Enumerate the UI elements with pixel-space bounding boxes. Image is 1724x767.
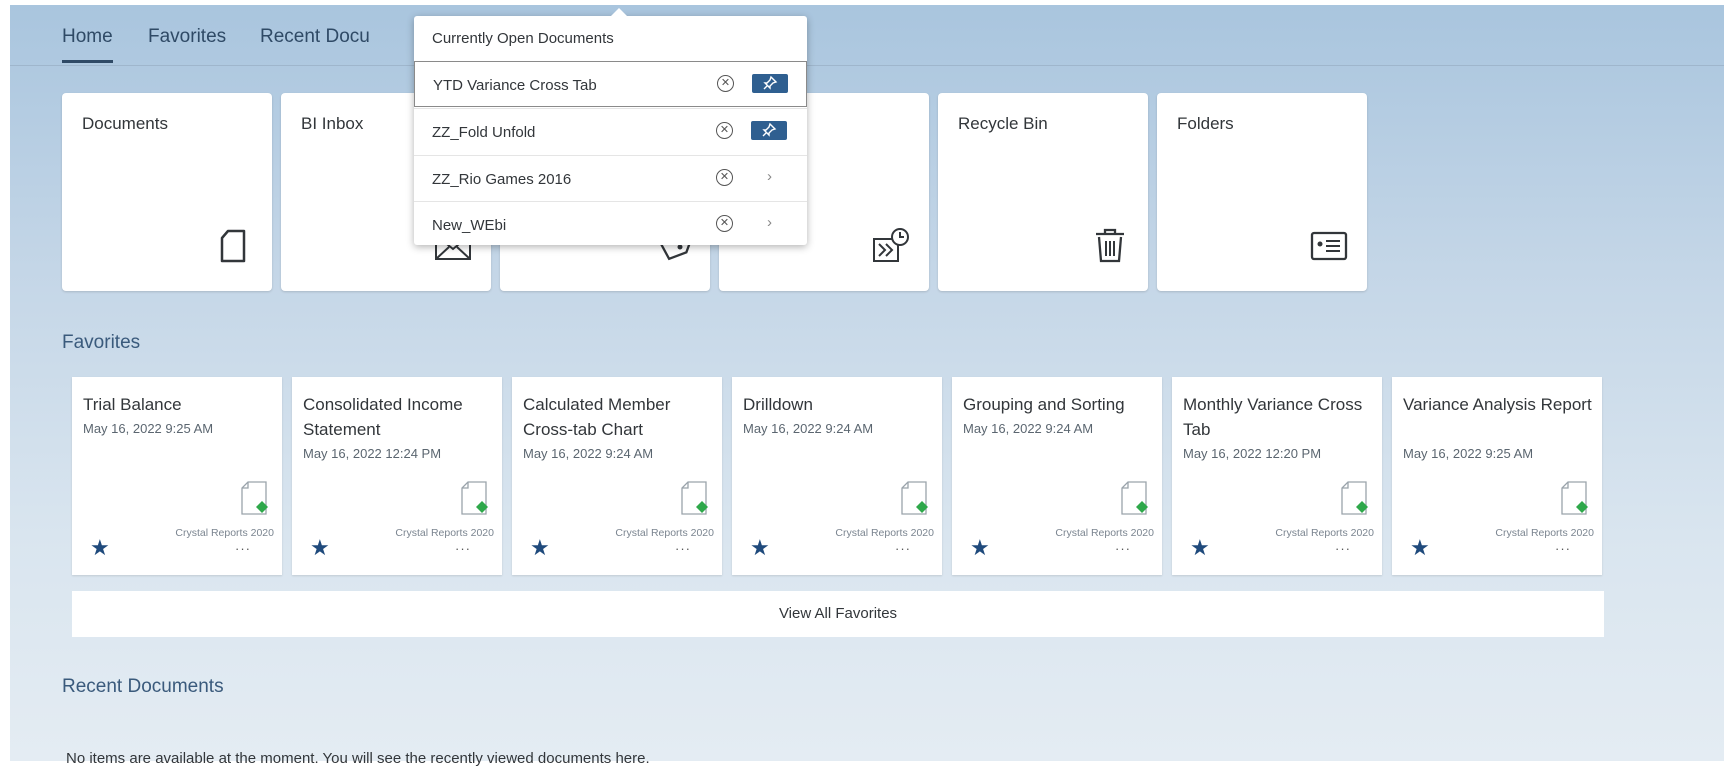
favorite-title: Drilldown: [743, 395, 813, 414]
crystal-report-icon: [901, 481, 928, 515]
open-document-label: ZZ_Fold Unfold: [432, 124, 536, 141]
more-options-icon[interactable]: ···: [1115, 541, 1131, 556]
pin-icon[interactable]: [751, 121, 787, 140]
recent-documents-section-title: Recent Documents: [62, 676, 224, 697]
crystal-report-icon: [241, 481, 268, 515]
star-icon[interactable]: ★: [750, 535, 770, 561]
recent-documents-empty-message: No items are available at the moment. Yo…: [66, 750, 650, 767]
favorite-date: May 16, 2022 12:24 PM: [303, 446, 442, 461]
top-navigation: Home Favorites Recent Docu: [10, 5, 1724, 66]
favorite-title: Grouping and Sorting: [963, 395, 1125, 414]
tile-title: Documents: [82, 114, 168, 133]
tile-title: Folders: [1177, 114, 1234, 133]
favorite-card[interactable]: Drilldown May 16, 2022 9:24 AM Crystal R…: [732, 377, 942, 575]
tile-documents[interactable]: Documents: [62, 93, 272, 291]
open-document-item[interactable]: New_WEbi ✕ ›: [414, 201, 807, 248]
close-icon[interactable]: ✕: [716, 215, 733, 232]
favorite-date: May 16, 2022 9:24 AM: [523, 446, 654, 461]
crystal-report-icon: [1121, 481, 1148, 515]
crystal-report-icon: [461, 481, 488, 515]
favorite-date: May 16, 2022 9:24 AM: [963, 421, 1094, 436]
pin-icon[interactable]: [752, 74, 788, 93]
favorite-date: May 16, 2022 12:20 PM: [1183, 446, 1322, 461]
tab-home[interactable]: Home: [62, 26, 113, 63]
star-icon[interactable]: ★: [530, 535, 550, 561]
favorite-card[interactable]: Grouping and Sorting May 16, 2022 9:24 A…: [952, 377, 1162, 575]
close-icon[interactable]: ✕: [717, 75, 734, 92]
chevron-right-icon[interactable]: ›: [767, 168, 772, 185]
favorite-type: Crystal Reports 2020: [1275, 527, 1374, 539]
favorite-title: Monthly Variance Cross Tab: [1183, 395, 1363, 439]
star-icon[interactable]: ★: [310, 535, 330, 561]
star-icon[interactable]: ★: [90, 535, 110, 561]
open-documents-popover: Currently Open Documents YTD Variance Cr…: [414, 8, 807, 248]
favorite-date: May 16, 2022 9:24 AM: [743, 421, 874, 436]
favorite-card[interactable]: Calculated Member Cross-tab Chart May 16…: [512, 377, 722, 575]
favorite-type: Crystal Reports 2020: [615, 527, 714, 539]
popover-title: Currently Open Documents: [432, 30, 614, 47]
favorite-date: May 16, 2022 9:25 AM: [1403, 446, 1534, 461]
close-icon[interactable]: ✕: [716, 122, 733, 139]
tab-recent-documents[interactable]: Recent Docu: [260, 26, 370, 48]
more-options-icon[interactable]: ···: [235, 541, 251, 556]
launchpad-shell: Home Favorites Recent Docu Documents BI …: [10, 5, 1724, 767]
more-options-icon[interactable]: ···: [1555, 541, 1571, 556]
tile-title: BI Inbox: [301, 114, 364, 133]
tile-recycle-bin[interactable]: Recycle Bin: [938, 93, 1148, 291]
more-options-icon[interactable]: ···: [675, 541, 691, 556]
document-icon: [220, 229, 246, 263]
view-all-favorites-button[interactable]: View All Favorites: [72, 591, 1604, 637]
close-icon[interactable]: ✕: [716, 169, 733, 186]
star-icon[interactable]: ★: [970, 535, 990, 561]
open-document-label: New_WEbi: [432, 217, 507, 234]
trash-icon: [1096, 228, 1124, 263]
open-document-label: ZZ_Rio Games 2016: [432, 171, 572, 188]
star-icon[interactable]: ★: [1410, 535, 1430, 561]
favorite-type: Crystal Reports 2020: [1495, 527, 1594, 539]
folder-icon: [1310, 231, 1348, 261]
crystal-report-icon: [1341, 481, 1368, 515]
open-document-item[interactable]: ZZ_Rio Games 2016 ✕ ›: [414, 155, 807, 202]
open-document-item[interactable]: ZZ_Fold Unfold ✕: [414, 108, 807, 155]
chevron-right-icon[interactable]: ›: [767, 214, 772, 231]
favorite-card[interactable]: Consolidated Income Statement May 16, 20…: [292, 377, 502, 575]
favorite-type: Crystal Reports 2020: [395, 527, 494, 539]
open-document-label: YTD Variance Cross Tab: [433, 77, 597, 94]
favorite-type: Crystal Reports 2020: [175, 527, 274, 539]
more-options-icon[interactable]: ···: [1335, 541, 1351, 556]
favorite-card[interactable]: Variance Analysis Report May 16, 2022 9:…: [1392, 377, 1602, 575]
favorite-title: Calculated Member Cross-tab Chart: [523, 395, 671, 439]
favorite-type: Crystal Reports 2020: [1055, 527, 1154, 539]
favorite-card[interactable]: Trial Balance May 16, 2022 9:25 AM Cryst…: [72, 377, 282, 575]
open-document-item[interactable]: YTD Variance Cross Tab ✕: [414, 61, 807, 107]
more-options-icon[interactable]: ···: [895, 541, 911, 556]
schedule-icon: [873, 228, 909, 262]
tab-favorites[interactable]: Favorites: [148, 26, 226, 48]
favorite-title: Variance Analysis Report: [1403, 395, 1592, 414]
crystal-report-icon: [681, 481, 708, 515]
favorite-card[interactable]: Monthly Variance Cross Tab May 16, 2022 …: [1172, 377, 1382, 575]
more-options-icon[interactable]: ···: [455, 541, 471, 556]
star-icon[interactable]: ★: [1190, 535, 1210, 561]
favorite-title: Consolidated Income Statement: [303, 395, 463, 439]
tile-title: Recycle Bin: [958, 114, 1048, 133]
favorite-type: Crystal Reports 2020: [835, 527, 934, 539]
favorite-title: Trial Balance: [83, 395, 182, 414]
favorites-section-title: Favorites: [62, 332, 141, 353]
tile-folders[interactable]: Folders: [1157, 93, 1367, 291]
favorite-date: May 16, 2022 9:25 AM: [83, 421, 214, 436]
crystal-report-icon: [1561, 481, 1588, 515]
